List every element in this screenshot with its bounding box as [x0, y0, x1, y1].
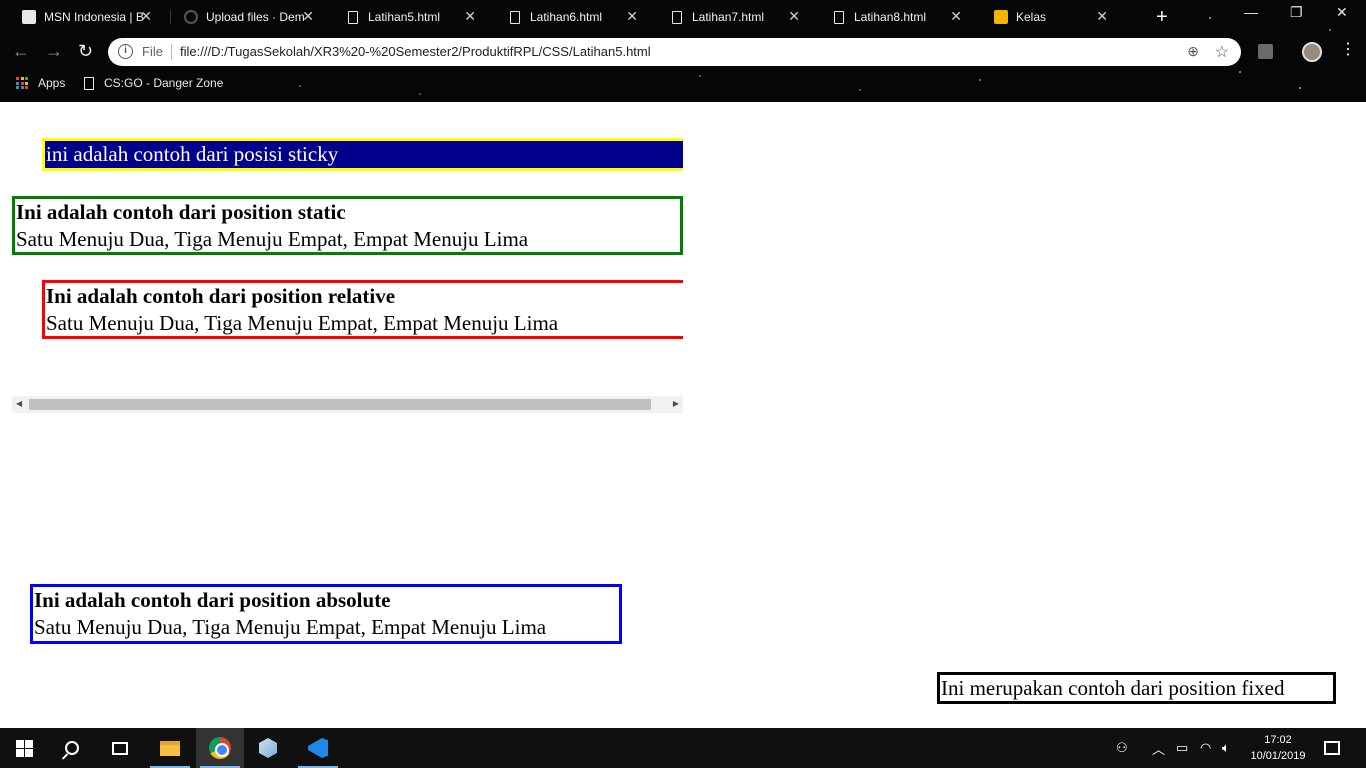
- battery-icon[interactable]: ▭: [1176, 728, 1188, 768]
- close-icon[interactable]: ✕: [302, 8, 314, 25]
- clock[interactable]: 17:02 10/01/2019: [1246, 732, 1310, 764]
- task-view-button[interactable]: [96, 728, 144, 768]
- absolute-box: Ini adalah contoh dari position absolute…: [30, 584, 622, 644]
- scroll-left-arrow-icon[interactable]: ◀: [16, 399, 22, 408]
- bookmark-label: CS:GO - Danger Zone: [104, 76, 224, 90]
- address-bar[interactable]: i File file:///D:/TugasSekolah/XR3%20-%2…: [108, 38, 1241, 66]
- close-icon[interactable]: ✕: [1096, 8, 1108, 25]
- relative-text: Satu Menuju Dua, Tiga Menuju Empat, Empa…: [46, 311, 559, 335]
- absolute-heading: Ini adalah contoh dari position absolute: [34, 588, 391, 612]
- more-menu-icon[interactable]: ⋮: [1340, 39, 1356, 59]
- page-viewport: ini adalah contoh dari posisi sticky Ini…: [0, 102, 1366, 728]
- absolute-text: Satu Menuju Dua, Tiga Menuju Empat, Empa…: [34, 615, 547, 639]
- close-icon[interactable]: ✕: [788, 8, 800, 25]
- chrome-icon: [209, 737, 231, 759]
- bookmark-label: Apps: [38, 76, 66, 90]
- relative-box: Ini adalah contoh dari position relative…: [42, 280, 683, 339]
- document-icon: [510, 11, 520, 24]
- wifi-icon[interactable]: ◠: [1200, 728, 1211, 768]
- search-button[interactable]: [48, 728, 96, 768]
- bookmarks-bar: Apps CS:GO - Danger Zone: [0, 72, 1366, 98]
- back-arrow-icon[interactable]: ←: [12, 41, 30, 62]
- clock-time: 17:02: [1264, 734, 1292, 746]
- task-view-icon: [112, 741, 128, 755]
- classroom-icon: [994, 10, 1008, 24]
- file-explorer-icon: [160, 740, 180, 756]
- search-icon: [65, 741, 79, 755]
- volume-icon[interactable]: 🔈︎: [1222, 728, 1230, 768]
- tab-kelas[interactable]: Kelas ✕: [972, 5, 1132, 29]
- restore-button[interactable]: ❐: [1290, 4, 1303, 21]
- document-icon: [834, 11, 844, 24]
- tab-msn[interactable]: MSN Indonesia | B ✕: [0, 5, 160, 29]
- bookmark-apps[interactable]: Apps: [16, 76, 65, 90]
- sticky-box: ini adalah contoh dari posisi sticky: [42, 138, 683, 171]
- zoom-icon[interactable]: ⊕: [1187, 43, 1199, 60]
- 3d-cube-icon: [259, 738, 277, 758]
- close-window-button[interactable]: ✕: [1336, 4, 1348, 21]
- close-icon[interactable]: ✕: [950, 8, 962, 25]
- notification-icon: [1324, 741, 1340, 755]
- new-tab-button[interactable]: +: [1156, 6, 1168, 29]
- tab-label: Latihan8.html: [854, 10, 927, 24]
- bookmark-star-icon[interactable]: ☆: [1215, 42, 1229, 62]
- horizontal-scrollbar[interactable]: ◀ ▶: [12, 396, 683, 413]
- chrome-button[interactable]: [196, 728, 244, 768]
- clock-date: 10/01/2019: [1250, 750, 1306, 762]
- chevron-up-icon[interactable]: ︿: [1152, 728, 1165, 768]
- scrollbar-thumb[interactable]: [29, 399, 651, 410]
- close-icon[interactable]: ✕: [140, 8, 152, 25]
- tab-label: Latihan7.html: [692, 10, 765, 24]
- tab-strip: MSN Indonesia | B ✕ Upload files · Dem ✕…: [0, 0, 1366, 34]
- tab-label: Kelas: [1016, 10, 1047, 24]
- relative-heading: Ini adalah contoh dari position relative: [46, 284, 396, 308]
- tab-latihan7[interactable]: Latihan7.html ✕: [648, 5, 808, 29]
- tab-label: Latihan5.html: [368, 10, 441, 24]
- browser-chrome: MSN Indonesia | B ✕ Upload files · Dem ✕…: [0, 0, 1366, 102]
- tab-latihan8[interactable]: Latihan8.html ✕: [810, 5, 970, 29]
- info-icon[interactable]: i: [118, 44, 133, 59]
- forward-arrow-icon[interactable]: →: [45, 41, 63, 62]
- url-scheme-label: File: [142, 44, 163, 59]
- vscode-button[interactable]: [294, 728, 342, 768]
- static-text: Satu Menuju Dua, Tiga Menuju Empat, Empa…: [16, 227, 529, 251]
- msn-icon: [22, 10, 36, 24]
- upload-icon: [184, 10, 198, 24]
- static-box: Ini adalah contoh dari position static S…: [12, 196, 683, 255]
- tab-label: MSN Indonesia | B: [44, 10, 144, 24]
- notification-button[interactable]: [1324, 728, 1340, 768]
- divider: [171, 44, 172, 60]
- file-explorer-button[interactable]: [146, 728, 194, 768]
- tab-label: Upload files · Dem: [206, 10, 305, 24]
- profile-avatar[interactable]: [1302, 42, 1322, 62]
- bookmark-csgo[interactable]: CS:GO - Danger Zone: [84, 76, 223, 90]
- close-icon[interactable]: ✕: [626, 8, 638, 25]
- tab-latihan6[interactable]: Latihan6.html ✕: [486, 5, 646, 29]
- start-icon: [15, 739, 33, 757]
- reload-icon[interactable]: ↻: [78, 41, 93, 62]
- close-icon[interactable]: ✕: [464, 8, 476, 25]
- document-icon: [84, 76, 94, 90]
- vscode-icon: [308, 738, 328, 758]
- fixed-box: Ini merupakan contoh dari position fixed: [937, 672, 1336, 704]
- tab-label: Latihan6.html: [530, 10, 603, 24]
- apps-grid-icon: [16, 77, 28, 89]
- browser-toolbar: ← → ↻ i File file:///D:/TugasSekolah/XR3…: [0, 34, 1366, 70]
- tab-latihan5[interactable]: Latihan5.html ✕: [324, 5, 484, 29]
- 3d-viewer-button[interactable]: [244, 728, 292, 768]
- extension-icon[interactable]: [1258, 44, 1273, 59]
- start-button[interactable]: [0, 728, 48, 768]
- document-icon: [348, 11, 358, 24]
- scroll-right-arrow-icon[interactable]: ▶: [673, 399, 679, 408]
- windows-taskbar: ⚇ ︿ ▭ ◠ 🔈︎ 17:02 10/01/2019: [0, 728, 1366, 768]
- document-icon: [672, 11, 682, 24]
- minimize-button[interactable]: —: [1244, 4, 1258, 20]
- tab-upload-files[interactable]: Upload files · Dem ✕: [162, 5, 322, 29]
- url-text[interactable]: file:///D:/TugasSekolah/XR3%20-%20Semest…: [180, 44, 651, 59]
- static-heading: Ini adalah contoh dari position static: [16, 200, 346, 224]
- people-icon[interactable]: ⚇: [1116, 728, 1128, 768]
